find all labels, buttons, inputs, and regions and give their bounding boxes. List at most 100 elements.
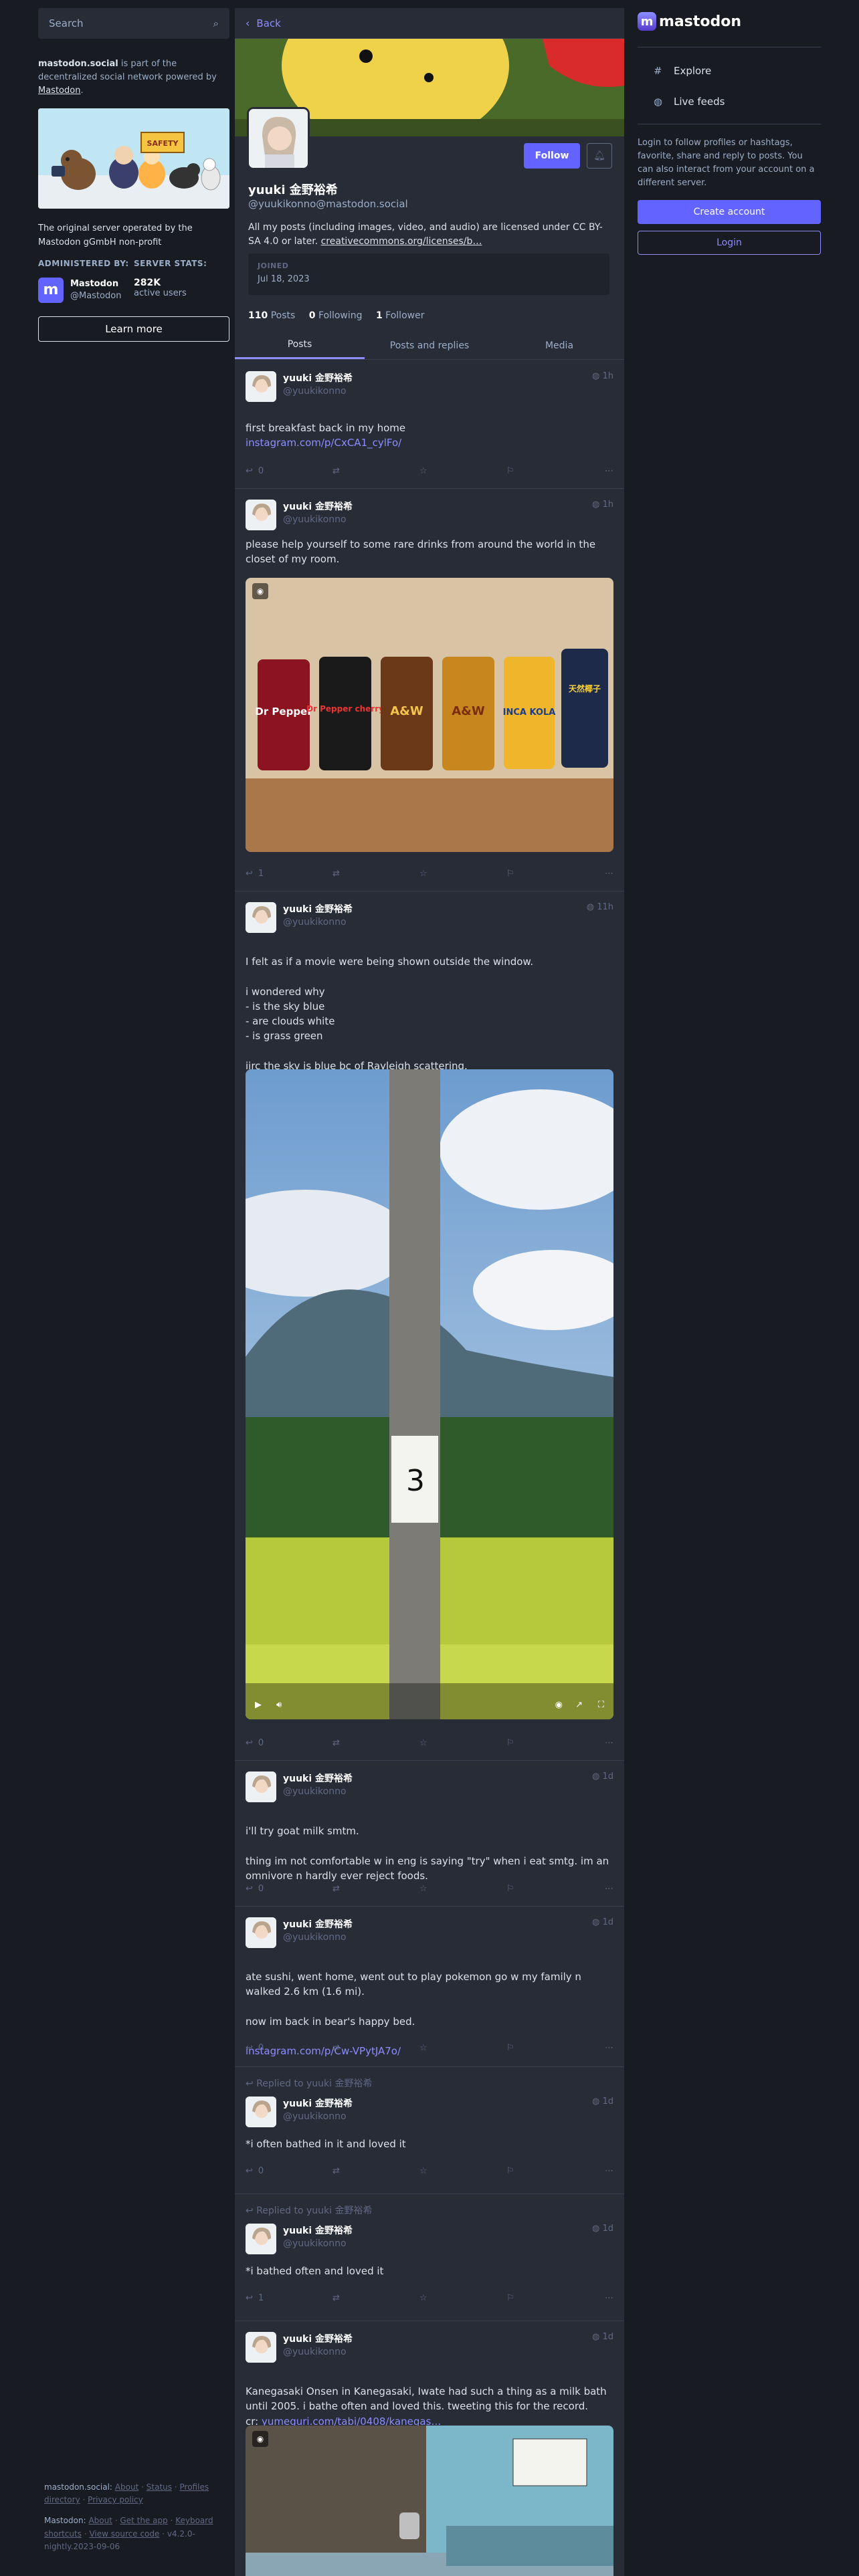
- nav-live-feeds[interactable]: ◍ Live feeds: [638, 86, 821, 117]
- footer-status-link[interactable]: Status: [147, 2482, 172, 2492]
- posts-count-link[interactable]: 110 Posts: [248, 310, 295, 321]
- post-avatar[interactable]: [246, 2224, 276, 2254]
- post-media-image[interactable]: ◉: [246, 2426, 613, 2576]
- post-avatar[interactable]: [246, 2097, 276, 2127]
- post-timestamp[interactable]: ◍ 1d: [592, 1917, 613, 1927]
- post-author-name[interactable]: yuuki 金野裕希: [283, 2332, 353, 2345]
- post-avatar[interactable]: [246, 1772, 276, 1802]
- bookmark-button[interactable]: ⚐: [506, 466, 553, 476]
- footer-about-link[interactable]: About: [115, 2482, 138, 2492]
- favorite-button[interactable]: ☆: [419, 869, 466, 879]
- bio-license-link[interactable]: creativecommons.org/licenses/b…: [321, 236, 482, 247]
- post-item[interactable]: yuuki 金野裕希 @yuukikonno ◍ 1d Kanegasaki O…: [235, 2321, 624, 2576]
- reply-button[interactable]: ↩ 0: [246, 2166, 292, 2176]
- search-input[interactable]: Search ⌕: [38, 8, 229, 39]
- boost-button[interactable]: ⇄: [332, 1738, 379, 1748]
- bookmark-button[interactable]: ⚐: [506, 1884, 553, 1894]
- more-button[interactable]: ⋯: [593, 2166, 613, 2176]
- post-item[interactable]: yuuki 金野裕希 @yuukikonno ◍ 1d ate sushi, w…: [235, 1907, 624, 2067]
- reply-button[interactable]: ↩ 0: [246, 1884, 292, 1894]
- create-account-button[interactable]: Create account: [638, 199, 821, 224]
- hide-media-icon[interactable]: ◉: [252, 2431, 268, 2447]
- post-author-name[interactable]: yuuki 金野裕希: [283, 500, 353, 513]
- post-timestamp[interactable]: ◍ 1d: [592, 2224, 613, 2234]
- bookmark-button[interactable]: ⚐: [506, 2293, 553, 2303]
- back-button[interactable]: ‹ Back: [235, 8, 624, 39]
- reply-button[interactable]: ↩ 0: [246, 466, 292, 476]
- hide-media-icon[interactable]: ◉: [252, 583, 268, 599]
- boost-button[interactable]: ⇄: [332, 2166, 379, 2176]
- fullscreen-icon[interactable]: ⛶: [598, 1700, 604, 1710]
- post-item[interactable]: ↩ Replied to yuuki 金野裕希 yuuki 金野裕希 @yuuk…: [235, 2194, 624, 2321]
- reply-button[interactable]: ↩ 1: [246, 869, 292, 879]
- footer-source-link[interactable]: View source code: [89, 2529, 159, 2539]
- footer-about2-link[interactable]: About: [88, 2516, 112, 2525]
- post-avatar[interactable]: [246, 2332, 276, 2363]
- admin-account[interactable]: m Mastodon @Mastodon: [38, 277, 134, 303]
- bookmark-button[interactable]: ⚐: [506, 2166, 553, 2176]
- bookmark-button[interactable]: ⚐: [506, 2043, 553, 2053]
- login-button[interactable]: Login: [638, 230, 821, 255]
- boost-button[interactable]: ⇄: [332, 1884, 379, 1894]
- post-avatar[interactable]: [246, 500, 276, 530]
- post-author-name[interactable]: yuuki 金野裕希: [283, 2097, 353, 2110]
- post-timestamp[interactable]: ◍ 1d: [592, 2097, 613, 2107]
- footer-privacy-link[interactable]: Privacy policy: [88, 2495, 143, 2504]
- nav-explore[interactable]: # Explore: [638, 56, 821, 86]
- tab-posts-and-replies[interactable]: Posts and replies: [365, 332, 494, 359]
- post-timestamp[interactable]: ◍ 1h: [592, 500, 613, 510]
- reply-button[interactable]: ↩ 1: [246, 2293, 292, 2303]
- favorite-button[interactable]: ☆: [419, 466, 466, 476]
- post-item[interactable]: yuuki 金野裕希 @yuukikonno ◍ 1d i'll try goa…: [235, 1761, 624, 1907]
- post-timestamp[interactable]: ◍ 1d: [592, 1772, 613, 1782]
- mastodon-link[interactable]: Mastodon: [38, 86, 80, 96]
- more-button[interactable]: ⋯: [593, 1884, 613, 1894]
- post-item[interactable]: yuuki 金野裕希 @yuukikonno ◍ 1h first breakf…: [235, 360, 624, 489]
- post-timestamp[interactable]: ◍ 1h: [592, 371, 613, 381]
- more-button[interactable]: ⋯: [593, 2293, 613, 2303]
- favorite-button[interactable]: ☆: [419, 2293, 466, 2303]
- hide-video-icon[interactable]: ◉: [555, 1700, 563, 1710]
- post-avatar[interactable]: [246, 902, 276, 933]
- boost-button[interactable]: ⇄: [332, 869, 379, 879]
- mastodon-logo[interactable]: m mastodon: [638, 8, 821, 35]
- boost-button[interactable]: ⇄: [332, 466, 379, 476]
- following-count-link[interactable]: 0 Following: [309, 310, 363, 321]
- tab-media[interactable]: Media: [494, 332, 624, 359]
- post-media-video[interactable]: 3 ▶ 🔊︎ ◉ ↗ ⛶: [246, 1069, 613, 1719]
- post-timestamp[interactable]: ◍ 11h: [587, 902, 613, 912]
- replied-to-indicator[interactable]: ↩ Replied to yuuki 金野裕希: [246, 2204, 373, 2217]
- footer-get-app-link[interactable]: Get the app: [120, 2516, 167, 2525]
- more-button[interactable]: ⋯: [593, 466, 613, 476]
- replied-to-indicator[interactable]: ↩ Replied to yuuki 金野裕希: [246, 2076, 373, 2090]
- post-author-name[interactable]: yuuki 金野裕希: [283, 2224, 353, 2237]
- favorite-button[interactable]: ☆: [419, 1738, 466, 1748]
- favorite-button[interactable]: ☆: [419, 2166, 466, 2176]
- post-author-name[interactable]: yuuki 金野裕希: [283, 1917, 353, 1931]
- post-author-name[interactable]: yuuki 金野裕希: [283, 902, 353, 916]
- post-link[interactable]: instagram.com/p/CxCA1_cylFo/: [246, 437, 401, 449]
- tab-posts[interactable]: Posts: [235, 332, 365, 359]
- follow-button[interactable]: Follow: [524, 143, 580, 169]
- post-author-name[interactable]: yuuki 金野裕希: [283, 371, 353, 385]
- boost-button[interactable]: ⇄: [332, 2043, 379, 2053]
- reply-button[interactable]: ↩ 0: [246, 1738, 292, 1748]
- more-button[interactable]: ⋯: [593, 869, 613, 879]
- post-item[interactable]: yuuki 金野裕希 @yuukikonno ◍ 1h please help …: [235, 489, 624, 891]
- bookmark-button[interactable]: ⚐: [506, 869, 553, 879]
- volume-icon[interactable]: 🔊︎: [276, 1700, 282, 1710]
- reply-button[interactable]: ↩ 0: [246, 2043, 292, 2053]
- learn-more-button[interactable]: Learn more: [38, 316, 229, 342]
- more-button[interactable]: ⋯: [593, 2043, 613, 2053]
- post-media-image[interactable]: Dr Pepper Dr Pepper cherry A&W A&W INCA …: [246, 578, 613, 852]
- post-author-name[interactable]: yuuki 金野裕希: [283, 1772, 353, 1785]
- favorite-button[interactable]: ☆: [419, 1884, 466, 1894]
- bookmark-button[interactable]: ⚐: [506, 1738, 553, 1748]
- external-link-icon[interactable]: ↗: [575, 1700, 583, 1710]
- play-icon[interactable]: ▶: [255, 1700, 262, 1710]
- post-timestamp[interactable]: ◍ 1d: [592, 2332, 613, 2342]
- more-button[interactable]: ⋯: [593, 1738, 613, 1748]
- profile-avatar[interactable]: [247, 107, 310, 170]
- favorite-button[interactable]: ☆: [419, 2043, 466, 2053]
- post-avatar[interactable]: [246, 371, 276, 402]
